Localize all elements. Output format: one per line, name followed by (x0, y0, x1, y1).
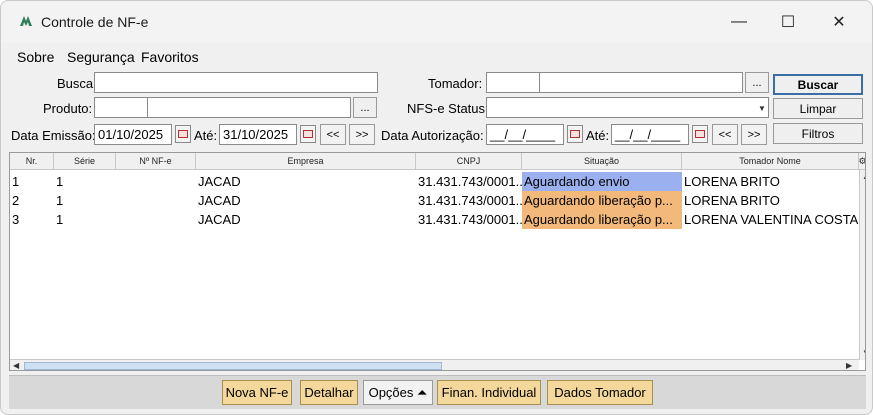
cell-empresa: JACAD (198, 193, 241, 208)
column-header-empresa[interactable]: Empresa (196, 153, 416, 170)
tomador-lookup-button[interactable]: ... (745, 72, 769, 93)
minimize-button[interactable]: — (716, 1, 762, 43)
tomador-code-input[interactable] (486, 72, 540, 93)
cell-empresa: JACAD (198, 212, 241, 227)
nova-nfe-button[interactable]: Nova NF-e (222, 380, 292, 405)
buscar-button[interactable]: Buscar (773, 74, 863, 95)
scrollbar-thumb[interactable] (24, 362, 442, 370)
chevron-down-icon: ▼ (758, 104, 766, 113)
cell-nfe (116, 172, 196, 191)
tomador-name-input[interactable] (539, 72, 743, 93)
menu-favoritos[interactable]: Favoritos (141, 49, 199, 65)
nfe-table: Nr. Série Nº NF-e Empresa CNPJ Situação … (9, 152, 866, 371)
scroll-down-icon[interactable]: ▼ (862, 348, 865, 357)
cell-nr: 1 (12, 174, 20, 189)
filtros-button[interactable]: Filtros (773, 123, 863, 144)
cell-nr: 3 (12, 212, 20, 227)
dados-tomador-button[interactable]: Dados Tomador (547, 380, 653, 405)
data-autorizacao-to-input[interactable]: __/__/____ (611, 124, 689, 145)
window-title: Controle de NF-e (41, 14, 149, 30)
data-emissao-from-input[interactable]: 01/10/2025 (94, 124, 172, 145)
tomador-label: Tomador: (428, 76, 483, 91)
cell-cnpj: 31.431.743/0001... (418, 212, 522, 227)
cell-situacao: Aguardando liberação p... (522, 191, 682, 210)
calendar-icon[interactable] (692, 125, 708, 143)
ate-label: Até: (194, 128, 218, 143)
cell-cnpj: 31.431.743/0001... (418, 174, 522, 189)
busca-input[interactable] (94, 72, 378, 93)
menu-bar: Sobre Segurança Favoritos (1, 45, 872, 69)
data-autorizacao-from-input[interactable]: __/__/____ (486, 124, 564, 145)
cell-situacao: Aguardando liberação p... (522, 210, 682, 229)
cell-nr: 2 (12, 193, 20, 208)
cell-nfe (116, 191, 196, 210)
menu-seguranca[interactable]: Segurança (67, 49, 135, 65)
vertical-scrollbar[interactable]: ▲ ▼ (859, 170, 865, 360)
column-header-cnpj[interactable]: CNPJ (416, 153, 522, 170)
column-settings-icon[interactable]: ⚙ (858, 153, 865, 170)
maximize-button[interactable]: ☐ (765, 1, 811, 43)
busca-label: Busca: (57, 76, 97, 91)
calendar-icon[interactable] (567, 125, 583, 143)
cell-situacao: Aguardando envio (522, 172, 682, 191)
app-window: Controle de NF-e — ☐ ✕ Sobre Segurança F… (0, 0, 873, 415)
data-emissao-label: Data Emissão: (11, 128, 96, 143)
data-autorizacao-label: Data Autorização: (381, 128, 484, 143)
nfse-status-select[interactable] (486, 97, 769, 118)
opcoes-button[interactable]: Opções ⏶ (363, 380, 433, 405)
cell-nfe (116, 210, 196, 229)
cell-tomador: LORENA VALENTINA COSTA (684, 212, 859, 227)
column-header-tomador[interactable]: Tomador Nome (682, 153, 859, 170)
cell-serie: 1 (56, 212, 64, 227)
app-logo-icon (20, 16, 32, 26)
next-period-button[interactable]: >> (349, 124, 375, 145)
data-emissao-to-input[interactable]: 31/10/2025 (219, 124, 297, 145)
prev-period-button[interactable]: << (712, 124, 738, 145)
next-period-button[interactable]: >> (741, 124, 767, 145)
nfse-status-label: NFS-e Status: (407, 101, 489, 116)
cell-cnpj: 31.431.743/0001... (418, 193, 522, 208)
scroll-left-icon[interactable]: ◀ (13, 361, 19, 370)
calendar-icon[interactable] (175, 125, 191, 143)
cell-serie: 1 (56, 174, 64, 189)
ate-autorizacao-label: Até: (586, 128, 610, 143)
column-header-nfe[interactable]: Nº NF-e (116, 153, 196, 170)
produto-name-input[interactable] (147, 97, 351, 118)
horizontal-scrollbar[interactable]: ◀ ▶ (10, 359, 859, 370)
column-header-situacao[interactable]: Situação (522, 153, 682, 170)
detalhar-button[interactable]: Detalhar (300, 380, 358, 405)
produto-label: Produto: (43, 101, 93, 116)
close-button[interactable]: ✕ (816, 1, 862, 43)
title-bar: Controle de NF-e — ☐ ✕ (1, 1, 872, 43)
produto-code-input[interactable] (94, 97, 148, 118)
limpar-button[interactable]: Limpar (773, 98, 863, 119)
column-header-serie[interactable]: Série (54, 153, 116, 170)
menu-sobre[interactable]: Sobre (17, 49, 54, 65)
produto-lookup-button[interactable]: ... (353, 97, 377, 118)
scroll-right-icon[interactable]: ▶ (846, 361, 852, 370)
calendar-icon[interactable] (300, 125, 316, 143)
prev-period-button[interactable]: << (320, 124, 346, 145)
cell-empresa: JACAD (198, 174, 241, 189)
column-header-nr[interactable]: Nr. (10, 153, 54, 170)
cell-tomador: LORENA BRITO (684, 174, 780, 189)
scroll-up-icon[interactable]: ▲ (862, 172, 865, 181)
cell-tomador: LORENA BRITO (684, 193, 780, 208)
finan-individual-button[interactable]: Finan. Individual (437, 380, 541, 405)
cell-serie: 1 (56, 193, 64, 208)
